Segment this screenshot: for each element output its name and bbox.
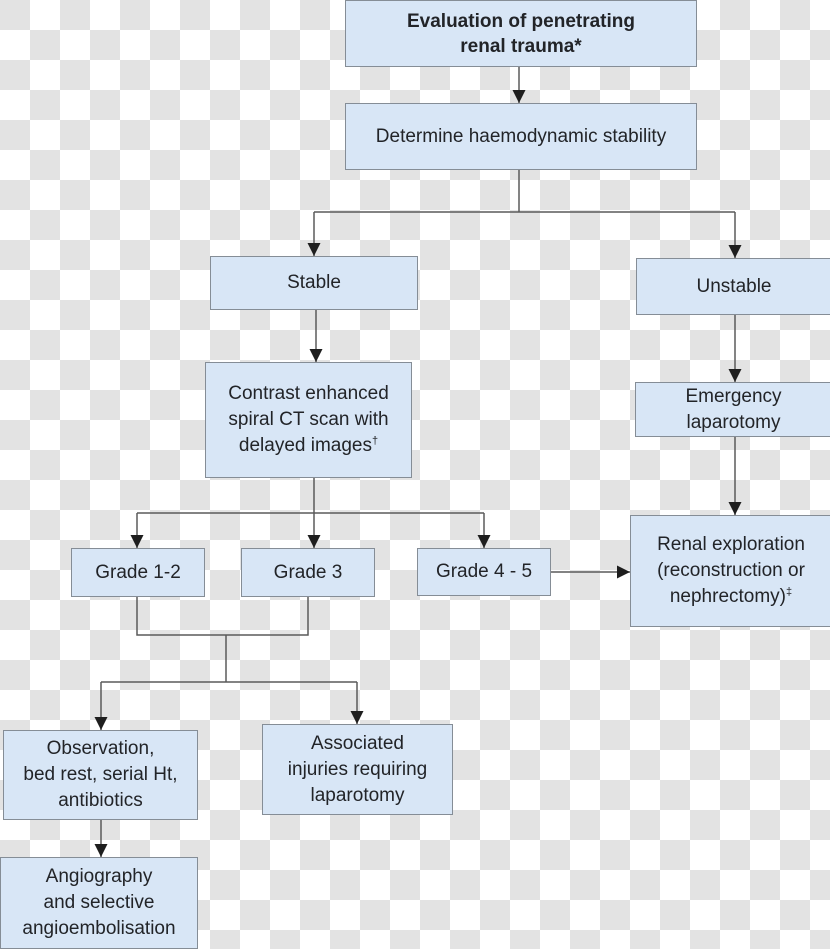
node-grade-3: Grade 3 (241, 548, 375, 597)
edge-grades-merge (136, 597, 309, 636)
node-renal-exploration-text: Renal exploration (reconstruction or nep… (657, 534, 805, 607)
node-determine-stability-text: Determine haemodynamic stability (375, 125, 667, 147)
node-angiography: Angiography and selective angioembolisat… (0, 857, 198, 949)
node-ct-scan-text: Contrast enhanced spiral CT scan with de… (228, 383, 389, 456)
node-stable-text: Stable (287, 272, 341, 293)
dagger-footnote-mark: † (371, 435, 379, 447)
node-renal-exploration-label: Renal exploration (reconstruction or nep… (657, 532, 805, 610)
node-unstable-text: Unstable (696, 275, 772, 297)
node-renal-exploration: Renal exploration (reconstruction or nep… (630, 515, 830, 627)
node-associated-injuries: Associated injuries requiring laparotomy (262, 724, 453, 815)
node-angiography-text: Angiography and selective angioembolisat… (22, 866, 176, 939)
node-observation: Observation, bed rest, serial Ht, antibi… (3, 730, 198, 820)
node-observation-text: Observation, bed rest, serial Ht, antibi… (23, 738, 178, 811)
node-grade-1-2-text: Grade 1-2 (95, 561, 181, 583)
node-ct-scan: Contrast enhanced spiral CT scan with de… (205, 362, 412, 478)
double-dagger-footnote-mark: ‡ (786, 586, 793, 598)
node-grade-1-2: Grade 1-2 (71, 548, 205, 597)
node-associated-injuries-text: Associated injuries requiring laparotomy (287, 732, 428, 806)
node-grade-4-5-text: Grade 4 - 5 (435, 561, 533, 582)
node-determine-stability: Determine haemodynamic stability (345, 103, 697, 170)
node-ct-scan-label: Contrast enhanced spiral CT scan with de… (228, 381, 389, 459)
node-emergency-laparotomy: Emergency laparotomy (635, 382, 830, 437)
node-unstable: Unstable (636, 258, 830, 315)
node-title-text: Evaluation of penetrating renal trauma* (406, 10, 636, 57)
node-grade-3-text: Grade 3 (273, 561, 343, 583)
node-title: Evaluation of penetrating renal trauma* (345, 0, 697, 67)
node-grade-4-5: Grade 4 - 5 (417, 548, 551, 596)
node-emergency-laparotomy-text: Emergency laparotomy (685, 385, 782, 433)
node-stable: Stable (210, 256, 418, 310)
